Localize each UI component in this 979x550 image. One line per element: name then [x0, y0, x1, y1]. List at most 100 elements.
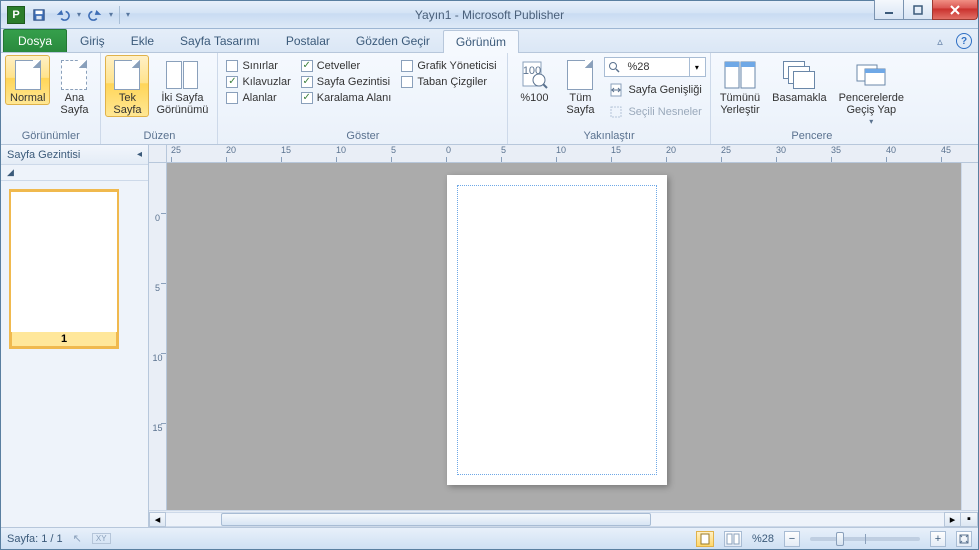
zoom-in-button[interactable]: +: [930, 531, 946, 547]
minimize-button[interactable]: [874, 0, 904, 20]
scroll-track[interactable]: [166, 512, 944, 527]
tab-view[interactable]: Görünüm: [443, 30, 519, 53]
show-checkbox-kılavuzlar[interactable]: Kılavuzlar: [222, 75, 294, 89]
show-checkbox-karalama-alanı[interactable]: Karalama Alanı: [297, 91, 396, 105]
redo-button[interactable]: [85, 5, 105, 25]
redo-dropdown[interactable]: ▾: [109, 10, 113, 19]
zoom-dropdown-icon[interactable]: ▾: [689, 58, 703, 76]
document-canvas[interactable]: [167, 163, 961, 510]
normal-view-button[interactable]: Normal: [5, 55, 50, 105]
fit-page-button[interactable]: [956, 531, 972, 547]
checkbox-label: Grafik Yöneticisi: [417, 60, 496, 72]
tab-home[interactable]: Giriş: [67, 29, 118, 52]
zoom-100-button[interactable]: 100 %100: [512, 55, 556, 105]
two-page-view-icon[interactable]: [724, 531, 742, 547]
help-icon[interactable]: ?: [956, 33, 972, 49]
window-title: Yayın1 - Microsoft Publisher: [1, 8, 978, 22]
two-page-button[interactable]: İki Sayfa Görünümü: [151, 55, 213, 117]
collapse-panel-icon[interactable]: ◂: [137, 149, 142, 160]
zoom-100-label: %100: [520, 92, 548, 104]
ruler-tick: 25: [171, 145, 181, 155]
show-checkbox-taban-çizgiler[interactable]: Taban Çizgiler: [397, 75, 500, 89]
group-views: Normal Ana Sayfa Görünümler: [1, 53, 101, 144]
page-navigation-subheader: ◢: [1, 165, 148, 181]
page-indicator[interactable]: Sayfa: 1 / 1: [7, 533, 63, 545]
ruler-tick: 5: [391, 145, 396, 155]
arrange-all-button[interactable]: Tümünü Yerleştir: [715, 55, 765, 117]
ruler-tick: 30: [776, 145, 786, 155]
maximize-button[interactable]: [903, 0, 933, 20]
ruler-tick: 10: [149, 353, 166, 363]
page-navigation-header: Sayfa Gezintisi ◂: [1, 145, 148, 165]
page-width-button[interactable]: Sayfa Genişliği: [604, 81, 705, 99]
show-checkbox-cetveller[interactable]: Cetveller: [297, 59, 396, 73]
show-checkbox-sınırlar[interactable]: Sınırlar: [222, 59, 294, 73]
window-controls: [875, 0, 978, 20]
ruler-tick: 15: [281, 145, 291, 155]
statusbar: Sayfa: 1 / 1 ↖ XY %28 − +: [1, 527, 978, 549]
page-thumbnail-1[interactable]: 1: [9, 189, 119, 349]
page-width-label: Sayfa Genişliği: [628, 84, 701, 96]
checkbox-icon: [226, 76, 238, 88]
single-page-view-icon[interactable]: [696, 531, 714, 547]
cascade-button[interactable]: Basamakla: [767, 55, 831, 105]
group-layout-label: Düzen: [105, 129, 213, 144]
master-page-button[interactable]: Ana Sayfa: [52, 55, 96, 117]
ribbon-minimize-icon[interactable]: ▵: [932, 33, 948, 49]
undo-dropdown[interactable]: ▾: [77, 10, 81, 19]
vertical-ruler[interactable]: 5051015: [149, 163, 167, 510]
workspace: Sayfa Gezintisi ◂ ◢ 1 252015105051015202…: [1, 145, 978, 527]
quick-access-toolbar: ▾ ▾ ▾: [29, 5, 130, 25]
checkbox-label: Taban Çizgiler: [417, 76, 487, 88]
show-checkbox-sayfa-gezintisi[interactable]: Sayfa Gezintisi: [297, 75, 396, 89]
expand-triangle-icon[interactable]: ◢: [7, 167, 14, 178]
ruler-tick: 5: [501, 145, 506, 155]
page-thumbnails: 1: [1, 181, 148, 527]
zoom-combo[interactable]: %28 ▾: [604, 57, 705, 77]
show-checkbox-alanlar[interactable]: Alanlar: [222, 91, 294, 105]
ribbon-tabs: Dosya Giriş Ekle Sayfa Tasarımı Postalar…: [1, 29, 978, 53]
ruler-corner: [149, 145, 167, 163]
zoom-out-button[interactable]: −: [784, 531, 800, 547]
switch-windows-icon: [855, 59, 887, 91]
ruler-tick: 10: [336, 145, 346, 155]
scroll-thumb[interactable]: [221, 513, 651, 526]
qat-customize[interactable]: ▾: [126, 10, 130, 19]
scroll-left-icon[interactable]: ◂: [149, 512, 166, 527]
chevron-down-icon: ▾: [869, 117, 873, 126]
checkbox-icon: [301, 76, 313, 88]
undo-button[interactable]: [53, 5, 73, 25]
horizontal-scrollbar[interactable]: ◂ ▸ ▪: [149, 510, 978, 527]
zoom-percent[interactable]: %28: [752, 533, 774, 545]
group-views-label: Görünümler: [5, 129, 96, 144]
close-button[interactable]: [932, 0, 978, 20]
tab-file[interactable]: Dosya: [3, 29, 67, 52]
switch-windows-button[interactable]: Pencerelerde Geçiş Yap ▾: [834, 55, 909, 127]
whole-page-button[interactable]: Tüm Sayfa: [558, 55, 602, 117]
single-page-button[interactable]: Tek Sayfa: [105, 55, 149, 117]
ruler-tick: 20: [226, 145, 236, 155]
selected-objects-button: Seçili Nesneler: [604, 103, 705, 121]
vertical-scrollbar[interactable]: [961, 163, 978, 510]
titlebar: P ▾ ▾ ▾ Yayın1 - Microsoft Publisher: [1, 1, 978, 29]
show-checkbox-grafik-yöneticisi[interactable]: Grafik Yöneticisi: [397, 59, 500, 73]
tab-insert[interactable]: Ekle: [118, 29, 167, 52]
switch-windows-label: Pencerelerde Geçiş Yap: [839, 92, 904, 116]
zoom-slider-knob[interactable]: [836, 532, 844, 546]
scroll-end-icon[interactable]: ▪: [961, 512, 978, 527]
page-1[interactable]: [447, 175, 667, 485]
thumbnail-preview: [11, 192, 117, 332]
tab-page-design[interactable]: Sayfa Tasarımı: [167, 29, 273, 52]
group-zoom: 100 %100 Tüm Sayfa %28 ▾ Sayfa Genişli: [508, 53, 710, 144]
ruler-tick: 20: [666, 145, 676, 155]
scroll-right-icon[interactable]: ▸: [944, 512, 961, 527]
whole-page-icon: [564, 59, 596, 91]
zoom-slider[interactable]: [810, 537, 920, 541]
tab-review[interactable]: Gözden Geçir: [343, 29, 443, 52]
horizontal-ruler[interactable]: 252015105051015202530354045: [167, 145, 961, 163]
save-button[interactable]: [29, 5, 49, 25]
checkbox-icon: [401, 76, 413, 88]
group-window-label: Pencere: [715, 129, 909, 144]
zoom-value: %28: [623, 61, 689, 73]
tab-mailings[interactable]: Postalar: [273, 29, 343, 52]
